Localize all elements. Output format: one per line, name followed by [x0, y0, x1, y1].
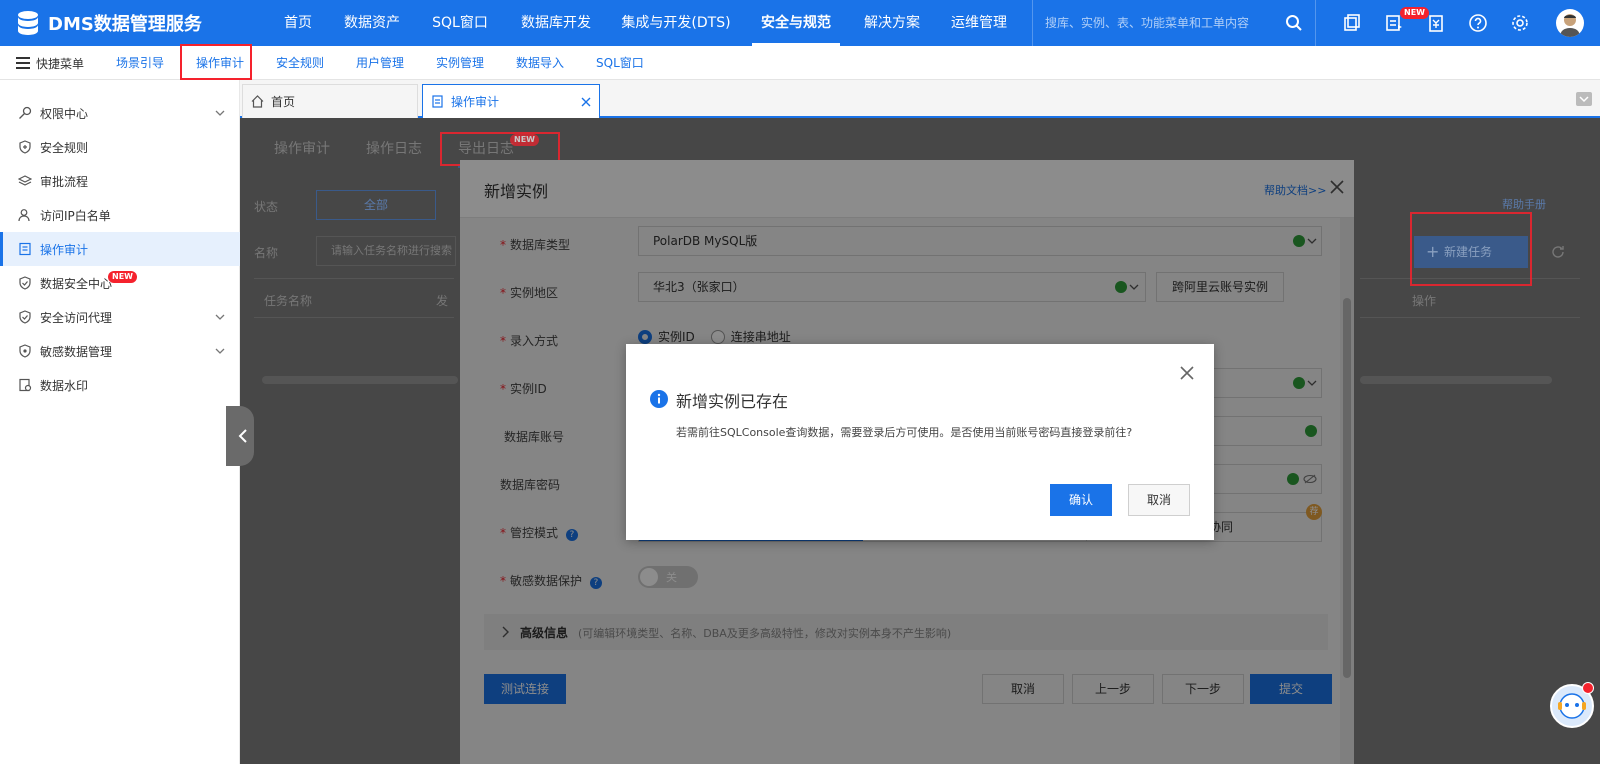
sidebar-item-access-proxy[interactable]: 安全访问代理 [0, 300, 240, 334]
quick-menu-label: 快捷菜单 [36, 56, 85, 71]
sidebar-item-ip-whitelist[interactable]: 访问IP白名单 [0, 198, 240, 232]
sidebar-item-label: 权限中心 [40, 106, 89, 121]
shield-eye-icon [19, 344, 31, 358]
assistant-bot-button[interactable] [1550, 682, 1594, 728]
sidebar-item-label: 敏感数据管理 [40, 344, 113, 359]
audit-doc-icon [432, 95, 443, 108]
bg-status-all[interactable]: 全部 [316, 190, 436, 220]
tab-operation-audit[interactable]: 操作审计 [422, 84, 600, 120]
bg-col-start: 发 [436, 294, 449, 308]
new-badge: NEW [1400, 7, 1429, 19]
dms-logo-icon [18, 11, 38, 35]
sidebar-item-label: 数据水印 [40, 378, 89, 393]
sidebar-item-label: 审批流程 [40, 174, 89, 189]
quick-user-mgmt[interactable]: 用户管理 [356, 46, 404, 80]
bg-name-label: 名称 [254, 246, 279, 260]
sidebar-item-label: 数据安全中心 [40, 276, 113, 291]
sidebar-item-security-rules[interactable]: 安全规则 [0, 130, 240, 164]
nav-sql-window[interactable]: SQL窗口 [424, 0, 496, 46]
sidebar-item-label: 安全访问代理 [40, 310, 113, 325]
refresh-icon[interactable] [1550, 244, 1566, 260]
nav-data-assets[interactable]: 数据资产 [338, 0, 406, 46]
sidebar-item-approval[interactable]: 审批流程 [0, 164, 240, 198]
layers-icon [18, 175, 32, 186]
bg-scrollbar[interactable] [262, 376, 458, 384]
quick-security-rules[interactable]: 安全规则 [276, 46, 324, 80]
user-icon [18, 209, 30, 222]
bg-help-manual[interactable]: 帮助手册 [1502, 196, 1546, 212]
shield-plus-icon [19, 140, 31, 154]
chevron-down-icon [215, 348, 225, 354]
quick-scene-guide[interactable]: 场景引导 [116, 46, 164, 80]
sidebar-collapse-handle[interactable] [226, 406, 254, 466]
sidebar-item-permission[interactable]: 权限中心 [0, 96, 240, 130]
sidebar: 权限中心 安全规则 审批流程 访问IP白名单 操作审计 数据安全中心 NEW 安… [0, 80, 240, 764]
chevron-down-icon [215, 110, 225, 116]
close-icon[interactable] [581, 97, 591, 107]
quick-sql-window[interactable]: SQL窗口 [596, 46, 644, 80]
page-tabs: 首页 操作审计 [240, 80, 1600, 120]
bg-status-label: 状态 [254, 200, 279, 214]
bg-scrollbar-right[interactable] [1360, 376, 1552, 384]
bg-name-input[interactable]: 请输入任务名称进行搜索 [316, 236, 456, 266]
tab-home[interactable]: 首页 [242, 84, 418, 118]
chevron-down-icon [1579, 96, 1589, 103]
bg-col-op: 操作 [1412, 294, 1437, 308]
nav-home[interactable]: 首页 [274, 0, 322, 46]
hamburger-icon [16, 57, 30, 69]
audit-doc-icon [19, 242, 31, 256]
bg-tab-operation-audit[interactable]: 操作审计 [274, 138, 330, 158]
dialog-title: 新增实例已存在 [676, 392, 789, 411]
settings-icon[interactable] [1510, 13, 1530, 33]
global-search-input[interactable]: 搜库、实例、表、功能菜单和工单内容 [1032, 0, 1316, 46]
sidebar-item-label: 操作审计 [40, 242, 89, 257]
quick-menu-toggle[interactable]: 快捷菜单 [16, 46, 84, 80]
tabs-dropdown-button[interactable] [1576, 92, 1592, 106]
home-icon [251, 95, 264, 108]
sidebar-item-sensitive-data[interactable]: 敏感数据管理 [0, 334, 240, 368]
copy-icon[interactable] [1342, 13, 1362, 33]
nav-solutions[interactable]: 解决方案 [858, 0, 926, 46]
chevron-left-icon [238, 429, 247, 443]
nav-security[interactable]: 安全与规范 [752, 0, 840, 46]
sidebar-item-watermark[interactable]: 数据水印 [0, 368, 240, 402]
search-icon[interactable] [1285, 14, 1303, 32]
instance-exists-dialog: 新增实例已存在 若需前往SQLConsole查询数据，需要登录后方可使用。是否使… [626, 344, 1214, 540]
close-icon[interactable] [1180, 366, 1194, 380]
shield-check-icon [19, 310, 31, 324]
notification-dot [1582, 682, 1594, 694]
avatar-icon [1560, 14, 1580, 37]
info-icon [650, 390, 668, 408]
sidebar-item-data-security-center[interactable]: 数据安全中心 NEW [0, 266, 240, 300]
nav-ops[interactable]: 运维管理 [944, 0, 1014, 46]
nav-db-dev[interactable]: 数据库开发 [514, 0, 598, 46]
nav-dts[interactable]: 集成与开发(DTS) [618, 0, 734, 46]
new-badge: NEW [108, 271, 137, 283]
sidebar-item-label: 安全规则 [40, 140, 89, 155]
dialog-cancel-button[interactable]: 取消 [1128, 484, 1190, 516]
confirm-button[interactable]: 确认 [1050, 484, 1112, 516]
sidebar-item-operation-audit[interactable]: 操作审计 [0, 232, 240, 266]
quick-data-import[interactable]: 数据导入 [516, 46, 564, 80]
dialog-message: 若需前往SQLConsole查询数据，需要登录后方可使用。是否使用当前账号密码直… [676, 426, 1133, 439]
highlight-box [1410, 212, 1532, 286]
tab-label: 首页 [271, 95, 296, 109]
bg-col-task: 任务名称 [264, 294, 313, 308]
sidebar-item-label: 访问IP白名单 [40, 208, 111, 223]
app-title: DMS数据管理服务 [48, 14, 202, 35]
highlight-box [180, 44, 252, 80]
search-placeholder: 搜库、实例、表、功能菜单和工单内容 [1045, 16, 1250, 30]
watermark-icon [19, 378, 32, 392]
user-avatar[interactable] [1556, 9, 1584, 37]
chevron-down-icon [215, 314, 225, 320]
app-logo[interactable]: DMS数据管理服务 [14, 8, 202, 38]
tab-label: 操作审计 [451, 95, 500, 109]
bill-icon[interactable] [1426, 13, 1446, 33]
bg-tab-operation-log[interactable]: 操作日志 [366, 138, 422, 158]
quick-instance-mgmt[interactable]: 实例管理 [436, 46, 484, 80]
top-navbar: DMS数据管理服务 首页 数据资产 SQL窗口 数据库开发 集成与开发(DTS)… [0, 0, 1600, 46]
help-icon[interactable] [1468, 13, 1488, 33]
shield-check-icon [19, 276, 31, 290]
key-icon [19, 106, 32, 119]
